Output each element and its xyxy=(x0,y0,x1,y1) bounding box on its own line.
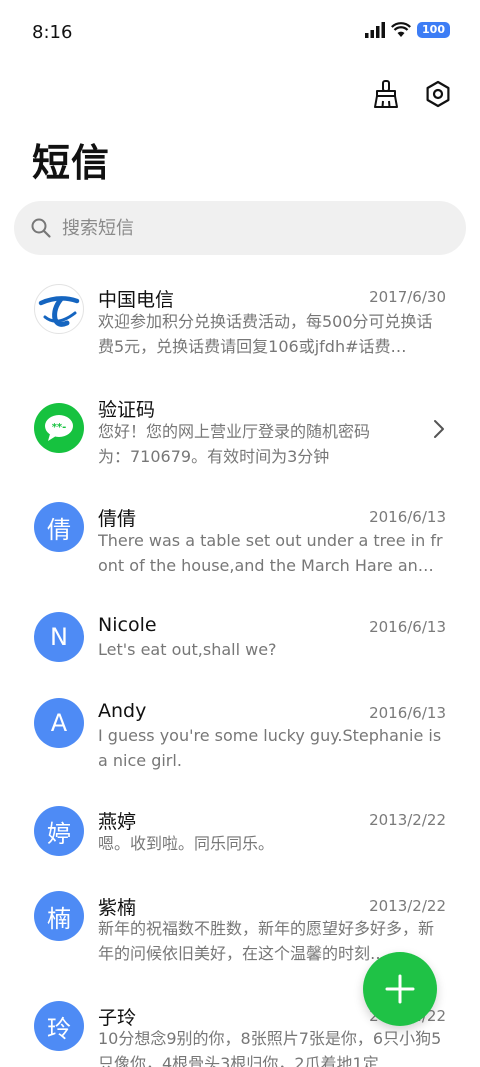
message-date: 2013/2/22 xyxy=(369,897,446,915)
message-preview: 欢迎参加积分兑换话费活动，每500分可兑换话费5元，兑换话费请回复106或jfd… xyxy=(98,312,433,356)
contact-avatar: 婷 xyxy=(34,806,84,856)
chevron-right-icon xyxy=(434,420,444,438)
message-date: 2016/6/13 xyxy=(369,508,446,526)
china-telecom-logo-avatar xyxy=(34,284,84,334)
toolbar-actions xyxy=(370,78,454,110)
conversation-item[interactable]: A Andy 2016/6/13 I guess you're some luc… xyxy=(0,678,480,788)
contact-name: 倩倩 xyxy=(98,508,137,530)
contact-name: 子玲 xyxy=(98,1007,137,1029)
gear-icon xyxy=(426,80,450,108)
contact-name: 燕婷 xyxy=(98,811,137,833)
conversation-item[interactable]: 中国电信 2017/6/30 欢迎参加积分兑换话费活动，每500分可兑换话费5元… xyxy=(0,262,480,372)
clean-button[interactable] xyxy=(370,78,402,110)
page-title: 短信 xyxy=(32,141,111,185)
status-time: 8:16 xyxy=(32,22,73,43)
message-preview: Let's eat out,shall we? xyxy=(98,640,277,659)
status-icons: 100 xyxy=(365,22,450,38)
contact-name: Andy xyxy=(98,700,147,722)
message-preview: There was a table set out under a tree i… xyxy=(98,531,443,575)
conversation-item[interactable]: **- 验证码 您好！您的网上营业厅登录的随机密码为：710679。有效时间为3… xyxy=(0,372,480,482)
svg-text:**-: **- xyxy=(52,422,67,433)
status-bar: 8:16 100 xyxy=(0,0,480,66)
contact-avatar: 玲 xyxy=(34,1001,84,1051)
contact-avatar: N xyxy=(34,612,84,662)
search-input[interactable] xyxy=(62,217,442,239)
conversation-item[interactable]: 婷 燕婷 2013/2/22 嗯。收到啦。同乐同乐。 xyxy=(0,788,480,874)
wifi-icon xyxy=(391,22,412,37)
message-preview: 您好！您的网上营业厅登录的随机密码为：710679。有效时间为3分钟 xyxy=(98,422,371,466)
chat-avatar: **- xyxy=(34,403,84,453)
battery-indicator: 100 xyxy=(417,22,450,38)
conversation-item[interactable]: N Nicole 2016/6/13 Let's eat out,shall w… xyxy=(0,592,480,678)
contact-avatar: 楠 xyxy=(34,891,84,941)
search-icon xyxy=(31,218,51,238)
message-date: 2013/2/22 xyxy=(369,811,446,829)
message-date: 2016/6/13 xyxy=(369,704,446,722)
message-date: 2017/6/30 xyxy=(369,288,446,306)
contact-name: 验证码 xyxy=(98,399,156,421)
contact-name: 中国电信 xyxy=(98,289,175,311)
search-bar[interactable] xyxy=(14,201,466,255)
message-preview: I guess you're some lucky guy.Stephanie … xyxy=(98,726,442,770)
message-date: 2016/6/13 xyxy=(369,618,446,636)
contact-name: Nicole xyxy=(98,614,157,636)
message-preview: 10分想念9别的你，8张照片7张是你，6只小狗5只像你，4根骨头3根归你，2爪着… xyxy=(98,1029,442,1067)
signal-icon xyxy=(365,22,386,38)
contact-avatar: 倩 xyxy=(34,502,84,552)
broom-icon xyxy=(374,80,398,108)
china-telecom-logo-icon xyxy=(38,296,80,327)
new-message-button[interactable] xyxy=(363,952,437,1026)
chat-bubble-icon: **- xyxy=(45,415,73,441)
settings-button[interactable] xyxy=(422,78,454,110)
message-preview: 嗯。收到啦。同乐同乐。 xyxy=(98,834,275,853)
contact-name: 紫楠 xyxy=(98,897,137,919)
contact-avatar: A xyxy=(34,698,84,748)
conversation-item[interactable]: 倩 倩倩 2016/6/13 There was a table set out… xyxy=(0,482,480,592)
plus-icon xyxy=(385,974,415,1004)
